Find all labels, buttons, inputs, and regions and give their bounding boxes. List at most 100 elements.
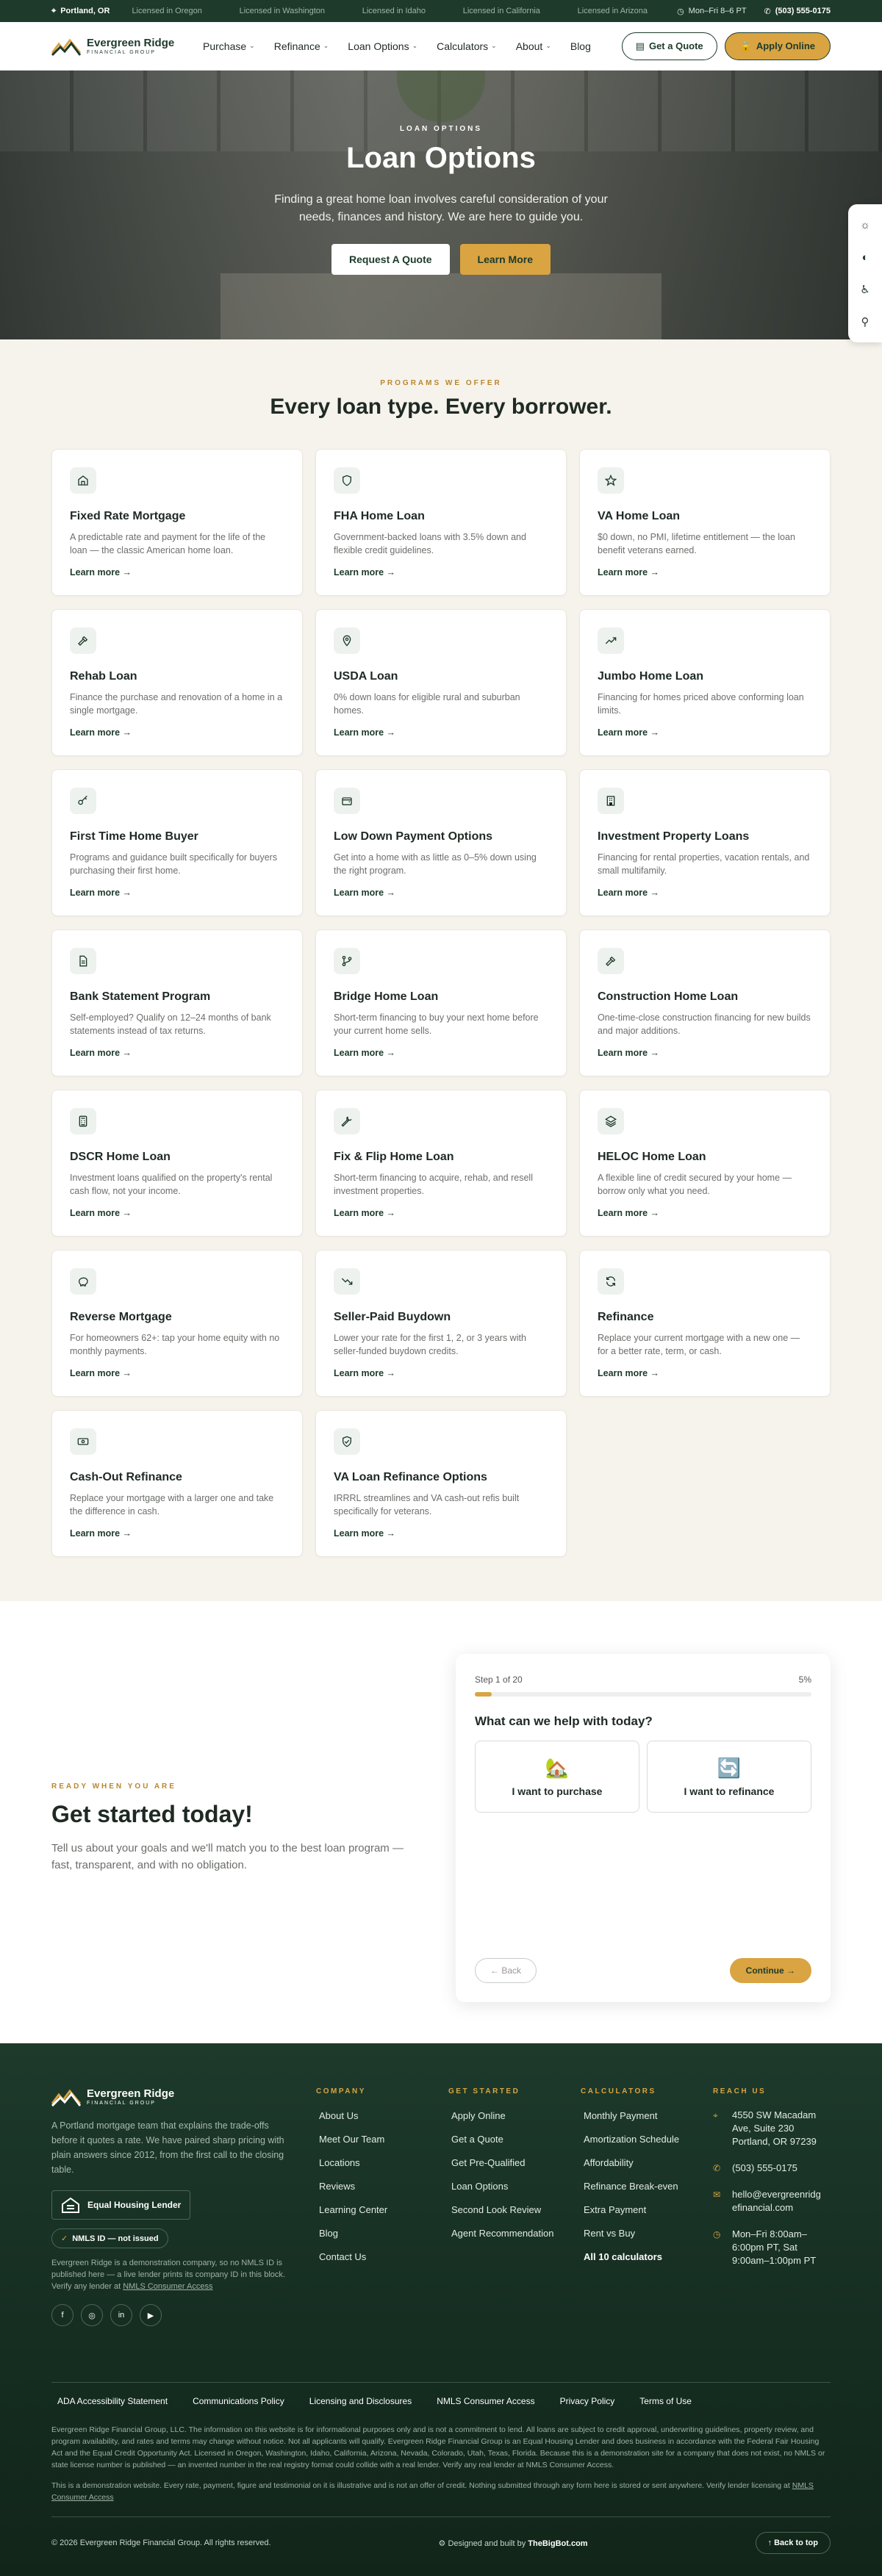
learn-more-link[interactable]: Learn more → bbox=[70, 1368, 284, 1378]
program-card[interactable]: VA Loan Refinance Options IRRRL streamlin… bbox=[315, 1410, 567, 1557]
learn-more-link[interactable]: Learn more → bbox=[334, 727, 548, 738]
footer-link[interactable]: Affordability bbox=[581, 2151, 713, 2175]
footer-logo[interactable]: Evergreen Ridge FINANCIAL GROUP bbox=[51, 2087, 184, 2107]
learn-more-link[interactable]: Learn more → bbox=[598, 1048, 812, 1058]
learn-more-link[interactable]: Learn more → bbox=[334, 567, 548, 578]
request-quote-button[interactable]: Request A Quote bbox=[331, 244, 450, 275]
program-card[interactable]: Seller-Paid Buydown Lower your rate for t… bbox=[315, 1250, 567, 1397]
learn-more-link[interactable]: Learn more → bbox=[334, 1048, 548, 1058]
learn-more-link[interactable]: Learn more → bbox=[598, 1368, 812, 1378]
program-card[interactable]: Jumbo Home Loan Financing for homes price… bbox=[579, 609, 831, 756]
learn-more-link[interactable]: Learn more → bbox=[334, 1368, 548, 1378]
footer-link[interactable]: About Us bbox=[316, 2104, 448, 2128]
learn-more-link[interactable]: Learn more → bbox=[598, 727, 812, 738]
legal-link[interactable]: Communications Policy bbox=[193, 2396, 284, 2406]
footer-link[interactable]: Agent Recommendation bbox=[448, 2222, 581, 2245]
accessibility-icon[interactable]: ♿ bbox=[848, 273, 882, 306]
nav-purchase[interactable]: Purchase ⌄ bbox=[203, 40, 255, 52]
program-card[interactable]: USDA Loan 0% down loans for eligible rura… bbox=[315, 609, 567, 756]
nav-loan-options[interactable]: Loan Options ⌄ bbox=[348, 40, 417, 52]
facebook-icon[interactable]: f bbox=[51, 2304, 74, 2326]
learn-more-link[interactable]: Learn more → bbox=[70, 1528, 284, 1539]
option-refinance[interactable]: 🔄 I want to refinance bbox=[647, 1741, 811, 1813]
program-card[interactable]: Bank Statement Program Self-employed? Qua… bbox=[51, 929, 303, 1076]
footer-link[interactable]: Amortization Schedule bbox=[581, 2128, 713, 2151]
footer-email[interactable]: ✉ hello@evergreenridgefinancial.com bbox=[713, 2184, 823, 2223]
learn-more-link[interactable]: Learn more → bbox=[334, 1208, 548, 1218]
built-by-link[interactable]: TheBigBot.com bbox=[528, 2539, 587, 2548]
program-card[interactable]: First Time Home Buyer Programs and guidan… bbox=[51, 769, 303, 916]
phone-link[interactable]: ✆ (503) 555-0175 bbox=[764, 7, 831, 16]
link-icon[interactable]: ⚲ bbox=[848, 306, 882, 338]
footer-link[interactable]: Get Pre-Qualified bbox=[448, 2151, 581, 2175]
program-card[interactable]: VA Home Loan $0 down, no PMI, lifetime en… bbox=[579, 449, 831, 596]
footer-link[interactable]: Rent vs Buy bbox=[581, 2222, 713, 2245]
program-card[interactable]: Reverse Mortgage For homeowners 62+: tap … bbox=[51, 1250, 303, 1397]
footer-link[interactable]: Apply Online bbox=[448, 2104, 581, 2128]
back-to-top-button[interactable]: ↑ Back to top bbox=[755, 2532, 831, 2554]
learn-more-link[interactable]: Learn more → bbox=[70, 727, 284, 738]
program-card[interactable]: Bridge Home Loan Short-term financing to … bbox=[315, 929, 567, 1076]
legal-link[interactable]: Terms of Use bbox=[639, 2396, 692, 2406]
footer-link[interactable]: Learning Center bbox=[316, 2198, 448, 2222]
footer-link[interactable]: Extra Payment bbox=[581, 2198, 713, 2222]
learn-more-link[interactable]: Learn more → bbox=[598, 567, 812, 578]
learn-more-link[interactable]: Learn more → bbox=[334, 1528, 548, 1539]
footer-link[interactable]: Monthly Payment bbox=[581, 2104, 713, 2128]
program-title: Refinance bbox=[598, 1311, 654, 1323]
legal-link[interactable]: Licensing and Disclosures bbox=[309, 2396, 412, 2406]
continue-button[interactable]: Continue → bbox=[729, 1958, 811, 1983]
nav-calculators[interactable]: Calculators ⌄ bbox=[437, 40, 497, 52]
learn-more-link[interactable]: Learn more → bbox=[598, 1208, 812, 1218]
learn-more-link[interactable]: Learn more → bbox=[70, 1208, 284, 1218]
footer-link[interactable]: Contact Us bbox=[316, 2245, 448, 2269]
program-card[interactable]: Rehab Loan Finance the purchase and renov… bbox=[51, 609, 303, 756]
footer-link[interactable]: Locations bbox=[316, 2151, 448, 2175]
sun-icon[interactable]: ☼ bbox=[848, 209, 882, 241]
linkedin-icon[interactable]: in bbox=[110, 2304, 132, 2326]
program-card[interactable]: Cash-Out Refinance Replace your mortgage … bbox=[51, 1410, 303, 1557]
footer-phone[interactable]: ✆ (503) 555-0175 bbox=[713, 2157, 823, 2184]
program-card[interactable]: FHA Home Loan Government-backed loans wit… bbox=[315, 449, 567, 596]
program-card[interactable]: Fix & Flip Home Loan Short-term financing… bbox=[315, 1090, 567, 1237]
program-card[interactable]: Refinance Replace your current mortgage w… bbox=[579, 1250, 831, 1397]
apply-online-button[interactable]: 🔒 Apply Online bbox=[724, 32, 831, 60]
logo-mountain-icon bbox=[51, 2089, 81, 2107]
program-card[interactable]: Investment Property Loans Financing for r… bbox=[579, 769, 831, 916]
all-calculators-link[interactable]: All 10 calculators bbox=[581, 2245, 713, 2269]
option-purchase[interactable]: 🏡 I want to purchase bbox=[475, 1741, 639, 1813]
learn-more-link[interactable]: Learn more → bbox=[334, 888, 548, 898]
nmls-consumer-access-link[interactable]: NMLS Consumer Access bbox=[123, 2282, 212, 2291]
learn-more-link[interactable]: Learn more → bbox=[70, 888, 284, 898]
program-card[interactable]: HELOC Home Loan A flexible line of credit… bbox=[579, 1090, 831, 1237]
program-card[interactable]: DSCR Home Loan Investment loans qualified… bbox=[51, 1090, 303, 1237]
legal-link[interactable]: Privacy Policy bbox=[560, 2396, 615, 2406]
youtube-icon[interactable]: ▶ bbox=[140, 2304, 162, 2326]
learn-more-link[interactable]: Learn more → bbox=[70, 1048, 284, 1058]
logo[interactable]: Evergreen Ridge FINANCIAL GROUP bbox=[51, 37, 184, 56]
site-header: Evergreen Ridge FINANCIAL GROUP Purchase… bbox=[0, 22, 882, 71]
learn-more-link[interactable]: Learn more → bbox=[598, 888, 812, 898]
footer-link[interactable]: Refinance Break-even bbox=[581, 2175, 713, 2198]
nav-refinance[interactable]: Refinance ⌄ bbox=[274, 40, 329, 52]
instagram-icon[interactable]: ◎ bbox=[81, 2304, 103, 2326]
footer-link[interactable]: Second Look Review bbox=[448, 2198, 581, 2222]
learn-more-button[interactable]: Learn More bbox=[459, 244, 551, 275]
program-card[interactable]: Low Down Payment Options Get into a home … bbox=[315, 769, 567, 916]
nav-blog[interactable]: Blog bbox=[570, 40, 591, 52]
legal-link[interactable]: NMLS Consumer Access bbox=[437, 2396, 534, 2406]
nav-about[interactable]: About ⌄ bbox=[516, 40, 551, 52]
legal-link[interactable]: ADA Accessibility Statement bbox=[57, 2396, 168, 2406]
footer-link[interactable]: Blog bbox=[316, 2222, 448, 2245]
footer-link[interactable]: Loan Options bbox=[448, 2175, 581, 2198]
footer-link[interactable]: Meet Our Team bbox=[316, 2128, 448, 2151]
hero-background-counter bbox=[220, 273, 662, 339]
learn-more-link[interactable]: Learn more → bbox=[70, 567, 284, 578]
footer-link[interactable]: Reviews bbox=[316, 2175, 448, 2198]
footer-link[interactable]: Get a Quote bbox=[448, 2128, 581, 2151]
get-quote-button[interactable]: ▤ Get a Quote bbox=[621, 32, 717, 60]
program-card[interactable]: Construction Home Loan One-time-close con… bbox=[579, 929, 831, 1076]
program-card[interactable]: Fixed Rate Mortgage A predictable rate an… bbox=[51, 449, 303, 596]
back-button[interactable]: ← Back bbox=[475, 1958, 537, 1983]
palette-icon[interactable]: ◐ bbox=[848, 241, 882, 273]
